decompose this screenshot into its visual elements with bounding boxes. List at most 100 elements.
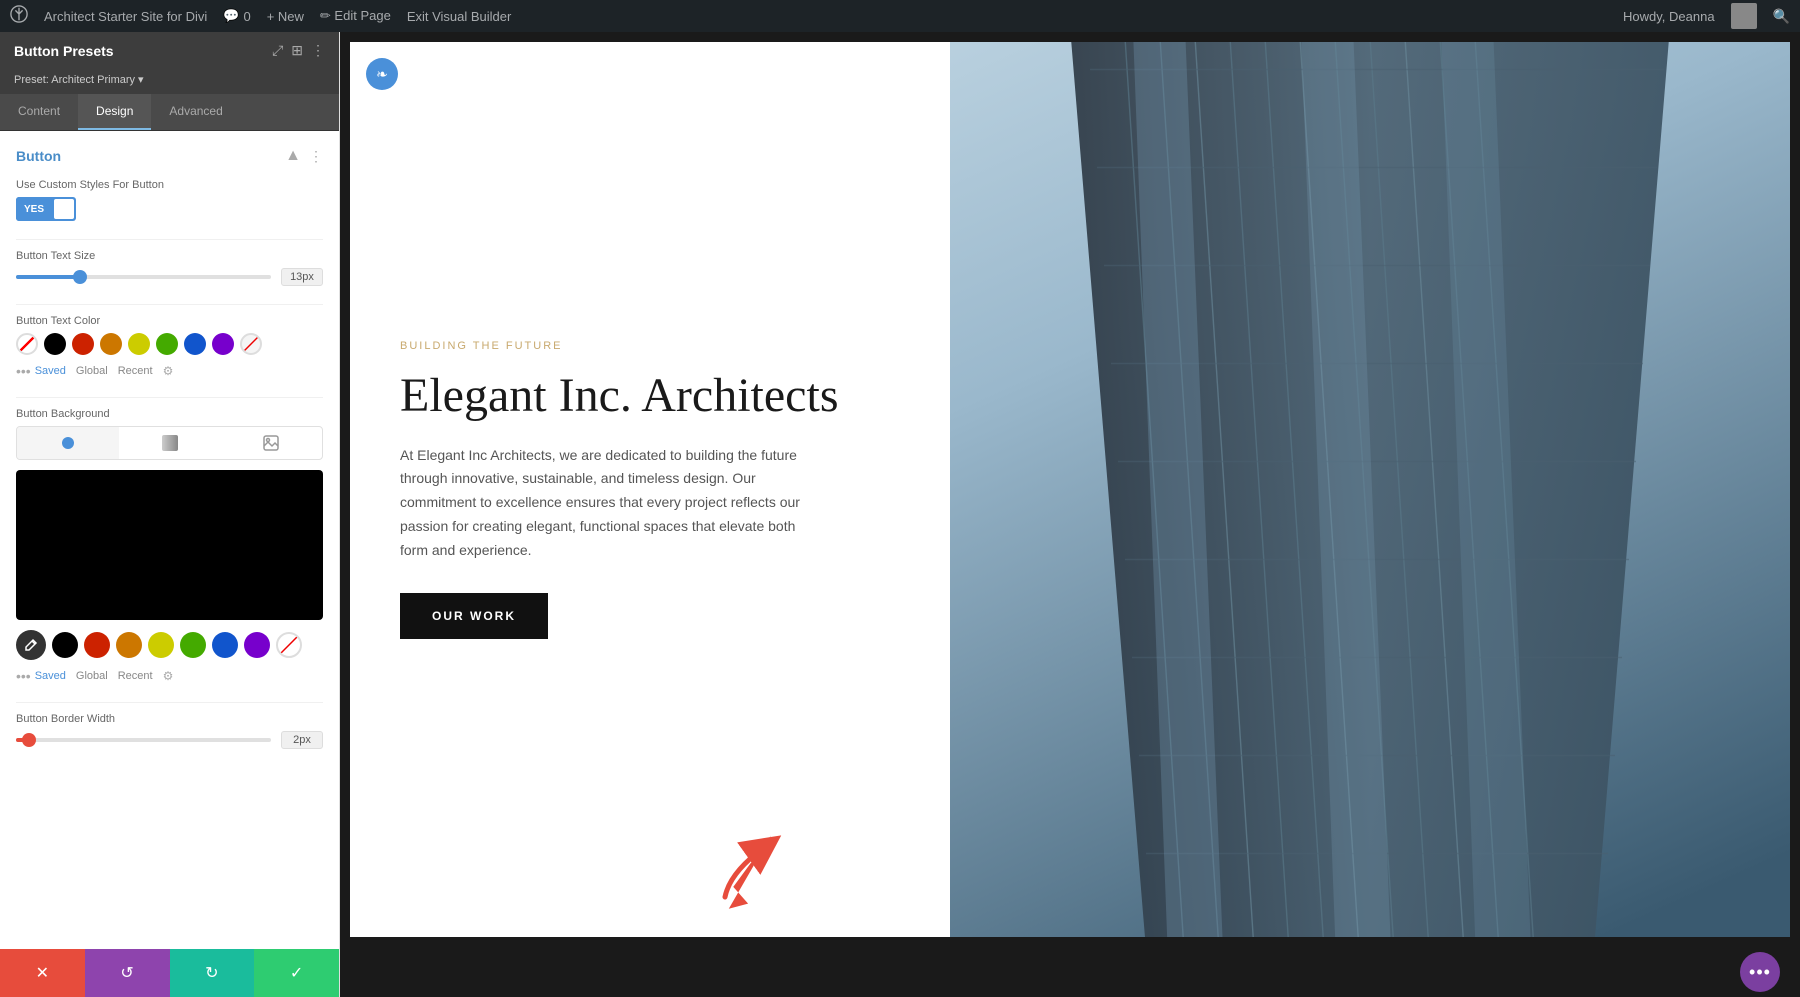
bg-color-meta: Saved Global Recent ⚙ [35,669,174,683]
panel-title: Button Presets [14,43,114,59]
color-swatch-green[interactable] [156,333,178,355]
right-content: ❧ BUILDING THE FUTURE Elegant Inc. Archi… [340,32,1800,997]
undo-button[interactable]: ↺ [85,949,170,997]
new-link[interactable]: + New [267,9,304,24]
border-width-slider-track[interactable] [16,738,271,742]
bg-swatch-black[interactable] [52,632,78,658]
bg-color-preview[interactable] [16,470,323,620]
preset-label: Preset: Architect Primary [14,74,135,86]
close-icon: ✕ [36,963,49,983]
text-size-slider-fill [16,275,80,279]
columns-icon[interactable]: ⊞ [291,42,303,59]
maximize-icon[interactable]: ⤢ [272,42,283,59]
bg-swatch-orange[interactable] [116,632,142,658]
color-dots-icon[interactable]: ••• [16,363,31,379]
text-size-slider-wrap: 13px [16,268,323,286]
bg-tab-image[interactable] [220,427,322,459]
color-meta-global: Global [76,365,108,377]
bg-color-dots-icon[interactable]: ••• [16,668,31,684]
panel-header: Button Presets ⤢ ⊞ ⋮ [0,32,339,69]
toggle-handle [54,199,74,219]
save-icon: ✓ [290,963,303,983]
bg-swatch-yellow[interactable] [148,632,174,658]
edit-page-link[interactable]: ✏ Edit Page [320,8,391,24]
color-swatch-eraser[interactable] [240,333,262,355]
redo-button[interactable]: ↻ [170,949,255,997]
section-header-controls: ▲ ⋮ [285,147,323,165]
undo-icon: ↺ [120,963,133,983]
preset-dropdown[interactable]: Preset: Architect Primary ▾ [14,73,144,86]
panel-menu-icon[interactable]: ⋮ [311,42,325,59]
main-layout: Button Presets ⤢ ⊞ ⋮ Preset: Architect P… [0,32,1800,997]
custom-styles-field: Use Custom Styles For Button YES [16,179,323,221]
bg-label: Button Background [16,408,323,420]
redo-icon: ↻ [205,963,218,983]
color-swatch-transparent[interactable] [16,333,38,355]
bg-swatch-blue[interactable] [212,632,238,658]
text-color-field: Button Text Color ••• [16,315,323,379]
color-settings-icon[interactable]: ⚙ [163,364,174,378]
custom-styles-label: Use Custom Styles For Button [16,179,323,191]
bg-color-meta-global: Global [76,670,108,682]
wp-admin-bar: Architect Starter Site for Divi 💬 0 + Ne… [0,0,1800,32]
section-menu-icon[interactable]: ⋮ [309,148,323,165]
bg-field: Button Background [16,408,323,684]
site-name-link[interactable]: Architect Starter Site for Divi [44,9,207,24]
eyedropper-button[interactable] [16,630,46,660]
border-width-slider-thumb[interactable] [22,733,36,747]
search-icon[interactable]: 🔍 [1773,8,1790,25]
text-size-slider-track[interactable] [16,275,271,279]
color-swatch-black[interactable] [44,333,66,355]
bg-color-meta-saved: Saved [35,670,66,682]
custom-styles-toggle-wrap: YES [16,197,323,221]
border-width-field: Button Border Width 2px [16,713,323,749]
panel-header-icons: ⤢ ⊞ ⋮ [272,42,325,59]
color-swatch-purple[interactable] [212,333,234,355]
color-meta-recent: Recent [118,365,153,377]
custom-styles-toggle[interactable]: YES [16,197,76,221]
tab-content[interactable]: Content [0,94,78,130]
text-color-label: Button Text Color [16,315,323,327]
bg-tab-gradient[interactable] [119,427,221,459]
bg-tab-color[interactable] [17,427,119,459]
color-meta-saved: Saved [35,365,66,377]
tab-advanced[interactable]: Advanced [151,94,240,130]
preview-subtitle: BUILDING THE FUTURE [400,340,900,352]
bg-color-row [16,630,323,660]
color-swatch-orange[interactable] [100,333,122,355]
exit-builder-link[interactable]: Exit Visual Builder [407,9,512,24]
tab-design[interactable]: Design [78,94,151,130]
text-size-slider-thumb[interactable] [73,270,87,284]
divi-icon[interactable]: ❧ [366,58,398,90]
border-width-value: 2px [281,731,323,749]
red-arrow-icon [710,832,790,912]
save-button[interactable]: ✓ [254,949,339,997]
avatar [1731,3,1757,29]
comment-icon: 💬 [223,8,239,24]
bg-color-settings-icon[interactable]: ⚙ [163,669,174,683]
close-button[interactable]: ✕ [0,949,85,997]
bg-swatch-purple[interactable] [244,632,270,658]
color-swatch-blue[interactable] [184,333,206,355]
comment-count-link[interactable]: 💬 0 [223,8,250,24]
three-dots-button[interactable]: ••• [1740,952,1780,992]
bg-color-meta-recent: Recent [118,670,153,682]
text-size-field: Button Text Size 13px [16,250,323,286]
bg-swatch-green[interactable] [180,632,206,658]
border-width-slider-wrap: 2px [16,731,323,749]
wp-logo-icon[interactable] [10,5,28,28]
color-swatch-yellow[interactable] [128,333,150,355]
preview-title: Elegant Inc. Architects [400,368,900,423]
left-panel: Button Presets ⤢ ⊞ ⋮ Preset: Architect P… [0,32,340,997]
section-collapse-icon[interactable]: ▲ [285,147,301,165]
section-title: Button [16,148,61,164]
panel-tabs: Content Design Advanced [0,94,339,131]
bg-swatch-eraser[interactable] [276,632,302,658]
bg-swatch-red[interactable] [84,632,110,658]
color-swatch-red[interactable] [72,333,94,355]
toggle-yes-label: YES [16,197,52,221]
text-size-value: 13px [281,268,323,286]
preset-bar: Preset: Architect Primary ▾ [0,69,339,94]
preview-cta-button[interactable]: OUR WORK [400,593,548,639]
preview-content-section: ❧ BUILDING THE FUTURE Elegant Inc. Archi… [350,42,950,937]
